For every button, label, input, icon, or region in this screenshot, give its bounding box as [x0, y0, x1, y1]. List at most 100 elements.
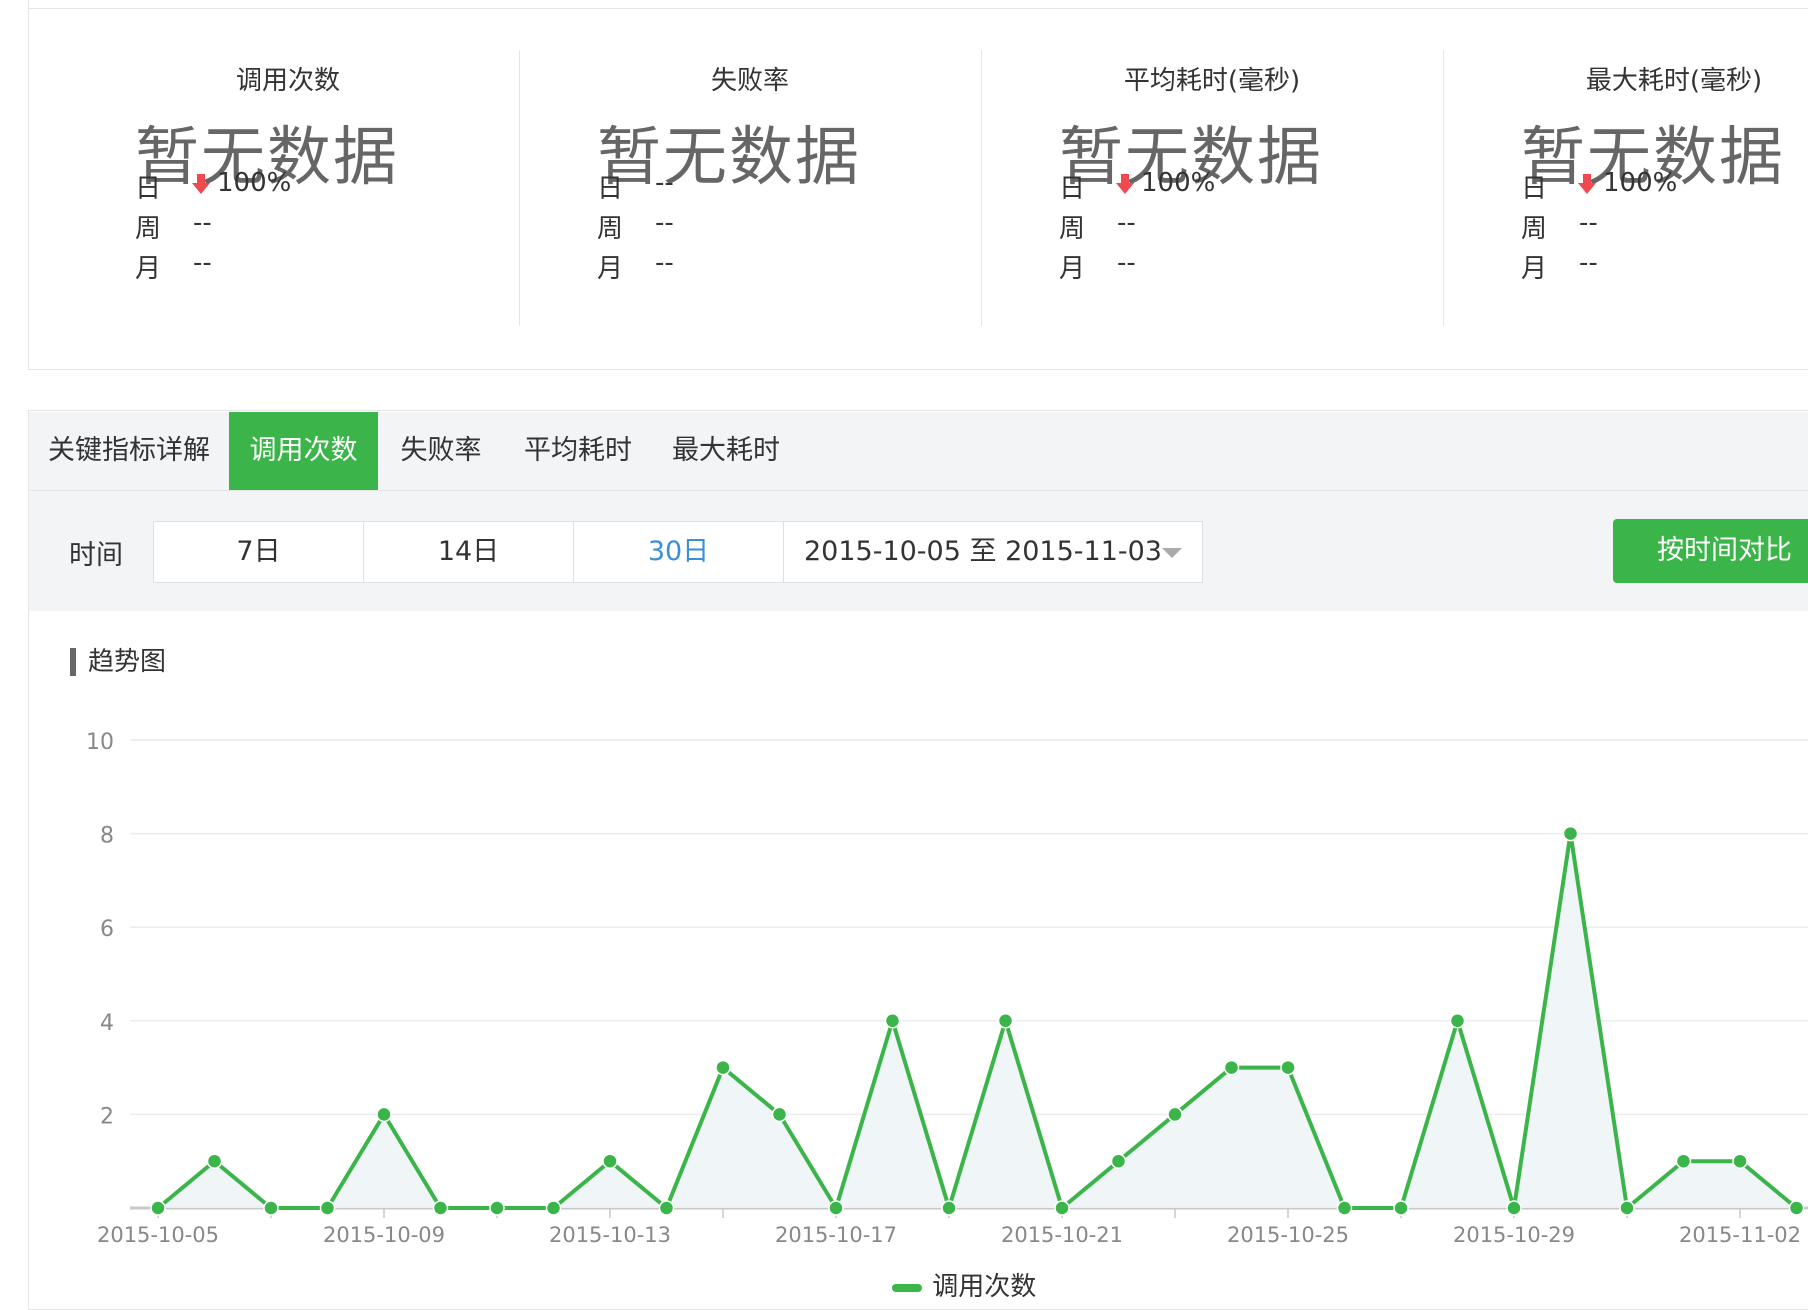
data-point [658, 1200, 675, 1216]
metric-card: 失败率暂无数据日 -- 周 -- 月 -- [519, 50, 981, 328]
metric-period-label: 日 [1059, 174, 1086, 204]
data-point [545, 1200, 562, 1216]
section-title: 趋势图 [70, 648, 166, 676]
data-point [1280, 1059, 1296, 1076]
metric-period-value: 100% [1603, 168, 1678, 198]
metric-period-value: -- [1579, 208, 1598, 238]
data-point [997, 1013, 1014, 1029]
legend-swatch-icon [892, 1283, 922, 1292]
y-tick-label: 2 [100, 1104, 114, 1129]
metric-period-value: -- [193, 208, 212, 238]
date-range-picker[interactable]: 2015-10-05 至 2015-11-03 [783, 521, 1203, 583]
x-tick-label: 2015-11-02 [1679, 1223, 1801, 1247]
y-tick-label: 8 [100, 824, 114, 849]
metric-title: 最大耗时(毫秒) [1585, 66, 1763, 96]
data-point [1336, 1200, 1353, 1216]
tab-avg-time[interactable]: 平均耗时 [504, 412, 652, 490]
metric-period-label: 周 [135, 214, 162, 244]
filter-bar: 时间 7日 14日 30日 2015-10-05 至 2015-11-03 按时… [29, 491, 1808, 611]
data-point [319, 1200, 336, 1216]
data-point [1675, 1153, 1692, 1169]
data-point [1619, 1200, 1635, 1216]
metric-period-value: -- [193, 248, 212, 278]
data-point [263, 1200, 279, 1216]
range-7d-button[interactable]: 7日 [153, 521, 364, 583]
x-tick-label: 2015-10-13 [549, 1223, 671, 1247]
metric-period-value: -- [655, 168, 674, 198]
range-30d-button[interactable]: 30日 [573, 521, 784, 583]
top-divider [28, 8, 1808, 9]
data-point [1167, 1106, 1183, 1123]
tab-header-label: 关键指标详解 [48, 435, 210, 466]
metric-period-label: 日 [135, 174, 162, 204]
chevron-down-icon [1162, 548, 1182, 558]
data-point [150, 1200, 166, 1216]
metric-period-value: 100% [1141, 168, 1216, 198]
date-range-value: 2015-10-05 至 2015-11-03 [804, 536, 1162, 567]
metric-card: 平均耗时(毫秒) 暂无数据日 100% 周 -- 月 -- [981, 50, 1443, 328]
legend-label: 调用次数 [932, 1272, 1037, 1302]
tab-calls[interactable]: 调用次数 [229, 412, 378, 490]
tab-max-time[interactable]: 最大耗时 [652, 412, 800, 490]
data-point [715, 1059, 731, 1076]
data-point [771, 1106, 788, 1123]
time-label: 时间 [69, 540, 123, 571]
metric-period-value: -- [655, 248, 674, 278]
data-point [1054, 1200, 1070, 1216]
data-point [1223, 1059, 1240, 1076]
arrow-down-icon [1116, 174, 1134, 194]
data-point [1110, 1153, 1127, 1169]
metric-period-value: 100% [217, 168, 292, 198]
metric-period-value: -- [1117, 248, 1136, 278]
arrow-down-icon [192, 174, 210, 194]
range-14d-button[interactable]: 14日 [363, 521, 574, 583]
metric-period-label: 周 [597, 214, 624, 244]
x-tick-label: 2015-10-05 [97, 1223, 219, 1247]
data-point [884, 1013, 901, 1029]
metric-period-label: 月 [1521, 254, 1548, 284]
y-tick-label: 10 [86, 730, 114, 755]
data-point [1506, 1200, 1522, 1216]
x-tick-label: 2015-10-29 [1453, 1223, 1575, 1247]
metric-period-label: 月 [597, 254, 624, 284]
metric-title: 调用次数 [235, 66, 340, 96]
metric-period-label: 日 [1521, 174, 1548, 204]
metric-title: 平均耗时(毫秒) [1123, 66, 1301, 96]
metric-period-label: 日 [597, 174, 624, 204]
data-point [376, 1106, 392, 1123]
metric-card: 调用次数 暂无数据日 100% 周 -- 月 -- [57, 50, 519, 328]
metric-card: 最大耗时(毫秒) 暂无数据日 100% 周 -- 月 -- [1443, 50, 1808, 328]
data-point [1562, 825, 1579, 842]
data-point [1732, 1153, 1748, 1169]
metric-period-value: -- [655, 208, 674, 238]
tab-failure-rate[interactable]: 失败率 [378, 412, 504, 490]
data-point [432, 1200, 449, 1216]
data-point [1788, 1200, 1805, 1216]
data-point [206, 1153, 223, 1169]
x-tick-label: 2015-10-25 [1227, 1223, 1349, 1247]
data-point [1449, 1013, 1466, 1029]
metric-period-label: 周 [1521, 214, 1548, 244]
metric-period-label: 周 [1059, 214, 1086, 244]
data-point [489, 1200, 505, 1216]
chart-legend[interactable]: 调用次数 [890, 1266, 1036, 1303]
data-point [602, 1153, 618, 1169]
metric-period-label: 月 [135, 254, 162, 284]
arrow-down-icon [1578, 174, 1596, 194]
compare-by-time-button[interactable]: 按时间对比 [1613, 519, 1808, 583]
y-tick-label: 4 [100, 1011, 114, 1036]
data-point [1393, 1200, 1409, 1216]
tab-bar: 关键指标详解 调用次数 失败率 平均耗时 最大耗时 [29, 412, 1808, 491]
metric-period-value: -- [1579, 248, 1598, 278]
x-tick-label: 2015-10-21 [1001, 1223, 1123, 1247]
x-tick-label: 2015-10-09 [323, 1223, 445, 1247]
y-tick-label: 6 [100, 917, 114, 942]
trend-chart: 2 4 6 8 10 2015-10-05 2015-10-09 2015-10-13 2015… [86, 730, 1808, 1247]
data-point [941, 1200, 957, 1216]
metric-period-value: -- [1117, 208, 1136, 238]
metric-value: 暂无数据 [597, 121, 861, 195]
data-point [828, 1200, 844, 1216]
metric-title: 失败率 [710, 66, 789, 96]
x-tick-label: 2015-10-17 [775, 1223, 897, 1247]
metric-period-label: 月 [1059, 254, 1086, 284]
